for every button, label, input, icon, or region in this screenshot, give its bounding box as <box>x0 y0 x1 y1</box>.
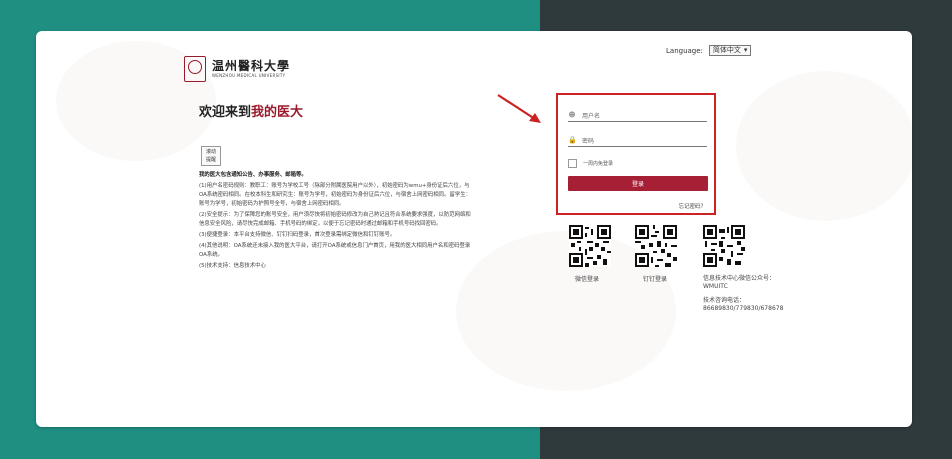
login-form: ☻ 用户名 🔒 密码 一周内免登录 登录 忘记密码？ <box>556 93 716 215</box>
logo-english-name: WENZHOU MEDICAL UNIVERSITY <box>212 73 286 78</box>
remember-me[interactable]: 一周内免登录 <box>568 159 613 168</box>
username-input[interactable]: ☻ 用户名 <box>568 109 707 122</box>
wechat-qr-code[interactable] <box>569 225 611 267</box>
language-label: Language: <box>666 46 703 55</box>
remember-checkbox[interactable] <box>568 159 577 168</box>
wechat-account-qr-block <box>703 225 745 267</box>
login-card: 温州醫科大學 WENZHOU MEDICAL UNIVERSITY Langua… <box>36 31 912 427</box>
notice-item: (3)便捷登录：本平台支持微信、钉钉扫码登录，首次登录需绑定微信和钉钉账号。 <box>199 232 396 238</box>
notice-item: (4)其他说明：OA系统还未接入我的医大平台，请打开OA系统或信息门户首页，用我… <box>199 243 471 258</box>
scroll-reminder-button[interactable]: 滚动 提醒 <box>201 146 221 166</box>
hotline-number: 86689830/779830/678678 <box>703 305 784 312</box>
notice-text: 我的医大包含通知公告、办事服务、邮箱等。 (1)用户名密码规则：教职工：账号为学… <box>199 171 475 273</box>
welcome-title: 欢迎来到我的医大 <box>199 105 304 120</box>
dingtalk-qr-code[interactable] <box>635 225 677 267</box>
university-logo: 温州醫科大學 WENZHOU MEDICAL UNIVERSITY <box>184 56 290 82</box>
dingtalk-login-label: 钉钉登录 <box>643 276 668 283</box>
logo-chinese-name: 温州醫科大學 <box>212 59 291 73</box>
notice-item: (5)技术支持：信息技术中心 <box>199 263 266 269</box>
dingtalk-qr-block: 钉钉登录 <box>635 225 677 283</box>
hotline-label: 技术咨询电话： <box>703 297 746 304</box>
forgot-password-link[interactable]: 忘记密码？ <box>678 202 706 210</box>
notice-item: (2)安全提示：为了保障您的账号安全，用户须尽快将初始密码修改为自己熟记且符合系… <box>199 212 471 227</box>
lock-icon: 🔒 <box>568 136 577 144</box>
language-select[interactable]: 简体中文 ▾ <box>708 45 752 56</box>
wechat-login-label: 微信登录 <box>575 276 600 283</box>
contact-info: 信息技术中心微信公众号：WMUITC 技术咨询电话： 86689830/7798… <box>703 275 798 319</box>
dropdown-arrow-icon: ▾ <box>743 46 748 54</box>
watermark-blot <box>736 71 912 221</box>
notice-item: (1)用户名密码规则：教职工：账号为学校工号（除部分附属医院用户以外），初始密码… <box>199 183 471 207</box>
language-switcher: Language: 简体中文 ▾ <box>666 45 752 56</box>
university-seal-icon <box>184 56 206 82</box>
notice-title: 我的医大包含通知公告、办事服务、邮箱等。 <box>199 172 307 178</box>
login-button[interactable]: 登录 <box>568 176 708 191</box>
password-input[interactable]: 🔒 密码 <box>568 134 707 147</box>
wechat-account-text: 信息技术中心微信公众号：WMUITC <box>703 275 776 290</box>
user-icon: ☻ <box>568 111 576 119</box>
wechat-qr-block: 微信登录 <box>569 225 611 283</box>
red-arrow-icon <box>497 94 541 123</box>
wechat-account-qr-code <box>703 225 745 267</box>
